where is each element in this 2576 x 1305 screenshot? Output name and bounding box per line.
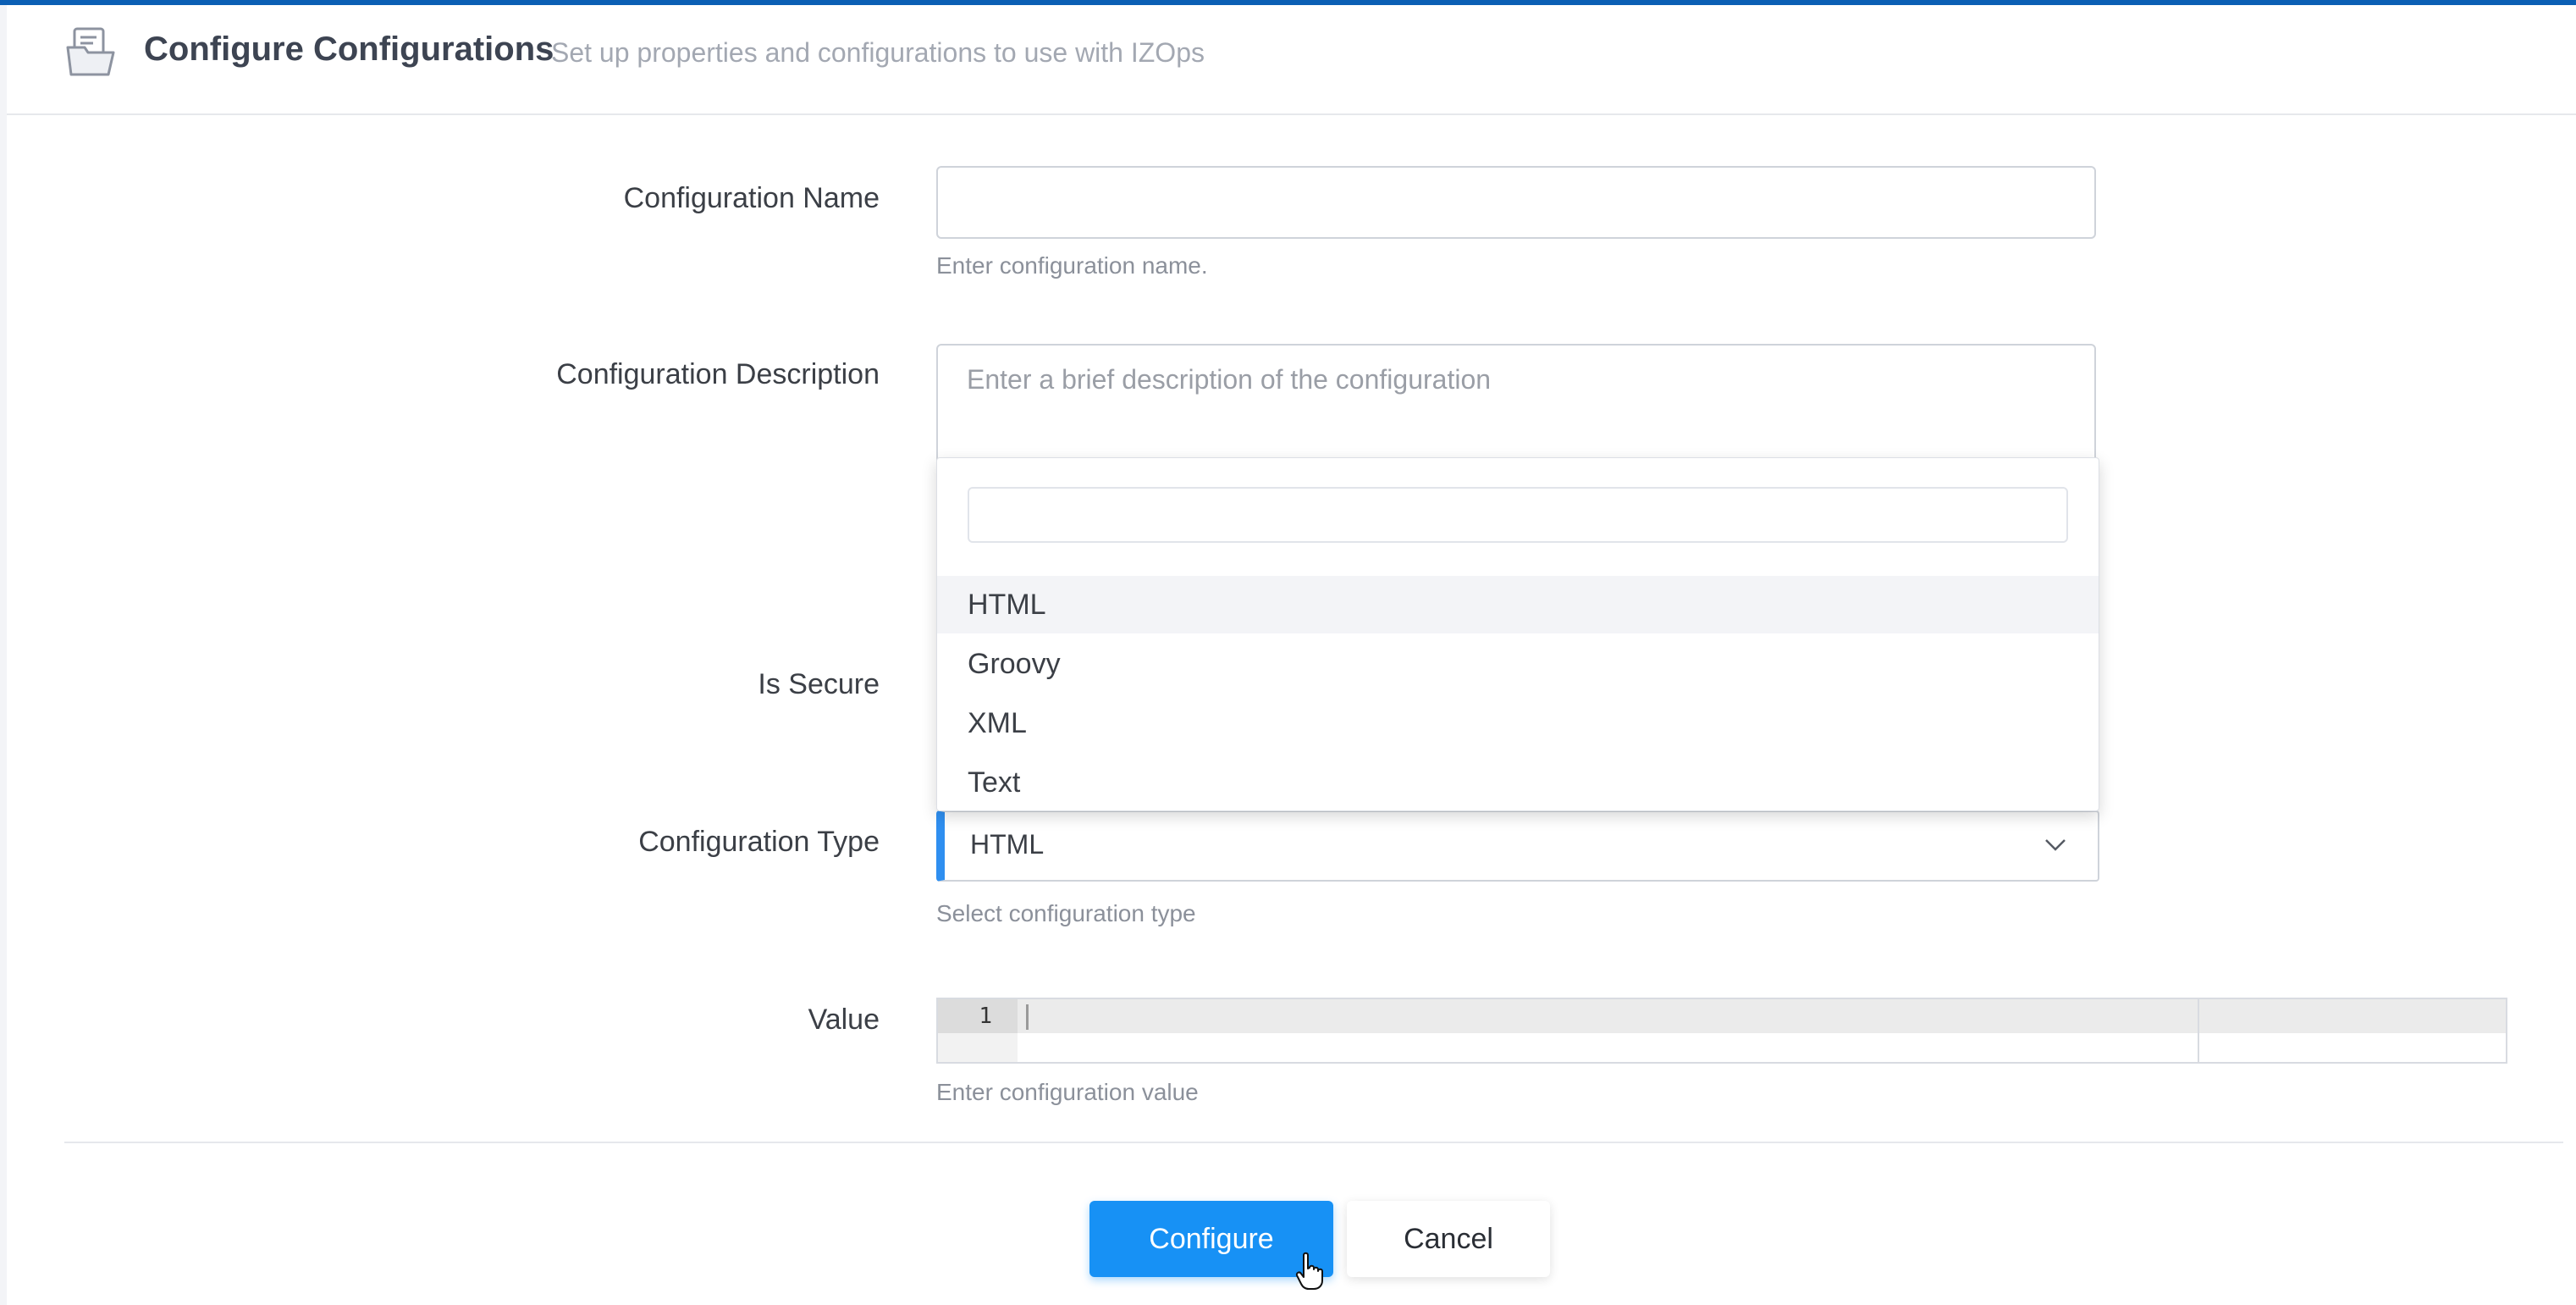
configuration-type-value: HTML xyxy=(970,829,1045,860)
configuration-description-label: Configuration Description xyxy=(556,358,880,390)
value-label: Value xyxy=(808,1004,880,1036)
configuration-type-help: Select configuration type xyxy=(936,900,1196,926)
document-folder-icon xyxy=(66,27,115,76)
footer-divider xyxy=(64,1142,2563,1143)
configuration-type-select[interactable]: HTML xyxy=(936,810,2099,882)
page-header: Configure Configurations Set up properti… xyxy=(7,5,2576,115)
is-secure-label: Is Secure xyxy=(758,668,880,700)
description-placeholder: Enter a brief description of the configu… xyxy=(967,364,1492,395)
configuration-name-input[interactable] xyxy=(936,166,2096,239)
page-title: Configure Configurations xyxy=(144,30,554,68)
hand-pointer-icon xyxy=(1295,1252,1323,1290)
dropdown-option-text[interactable]: Text xyxy=(937,754,2099,811)
editor-split-divider[interactable] xyxy=(2198,999,2199,1062)
chevron-down-icon xyxy=(2045,839,2066,851)
editor-cursor xyxy=(1026,1004,1029,1030)
left-rail xyxy=(0,5,7,1305)
dropdown-option-html[interactable]: HTML xyxy=(937,576,2099,633)
dropdown-option-groovy[interactable]: Groovy xyxy=(937,635,2099,693)
editor-active-line xyxy=(938,999,2506,1033)
configuration-type-label: Configuration Type xyxy=(638,826,880,858)
editor-line-number: 1 xyxy=(938,999,1018,1033)
configuration-name-help: Enter configuration name. xyxy=(936,252,1208,279)
dropdown-search-input[interactable] xyxy=(968,487,2068,543)
configuration-name-label: Configuration Name xyxy=(623,182,880,214)
value-code-editor[interactable]: 1 xyxy=(936,998,2507,1064)
configuration-type-dropdown: HTML Groovy XML Text xyxy=(936,457,2099,811)
cancel-button[interactable]: Cancel xyxy=(1347,1201,1550,1277)
dropdown-option-xml[interactable]: XML xyxy=(937,694,2099,752)
value-help: Enter configuration value xyxy=(936,1079,1199,1105)
page-subtitle: Set up properties and configurations to … xyxy=(551,37,1205,68)
